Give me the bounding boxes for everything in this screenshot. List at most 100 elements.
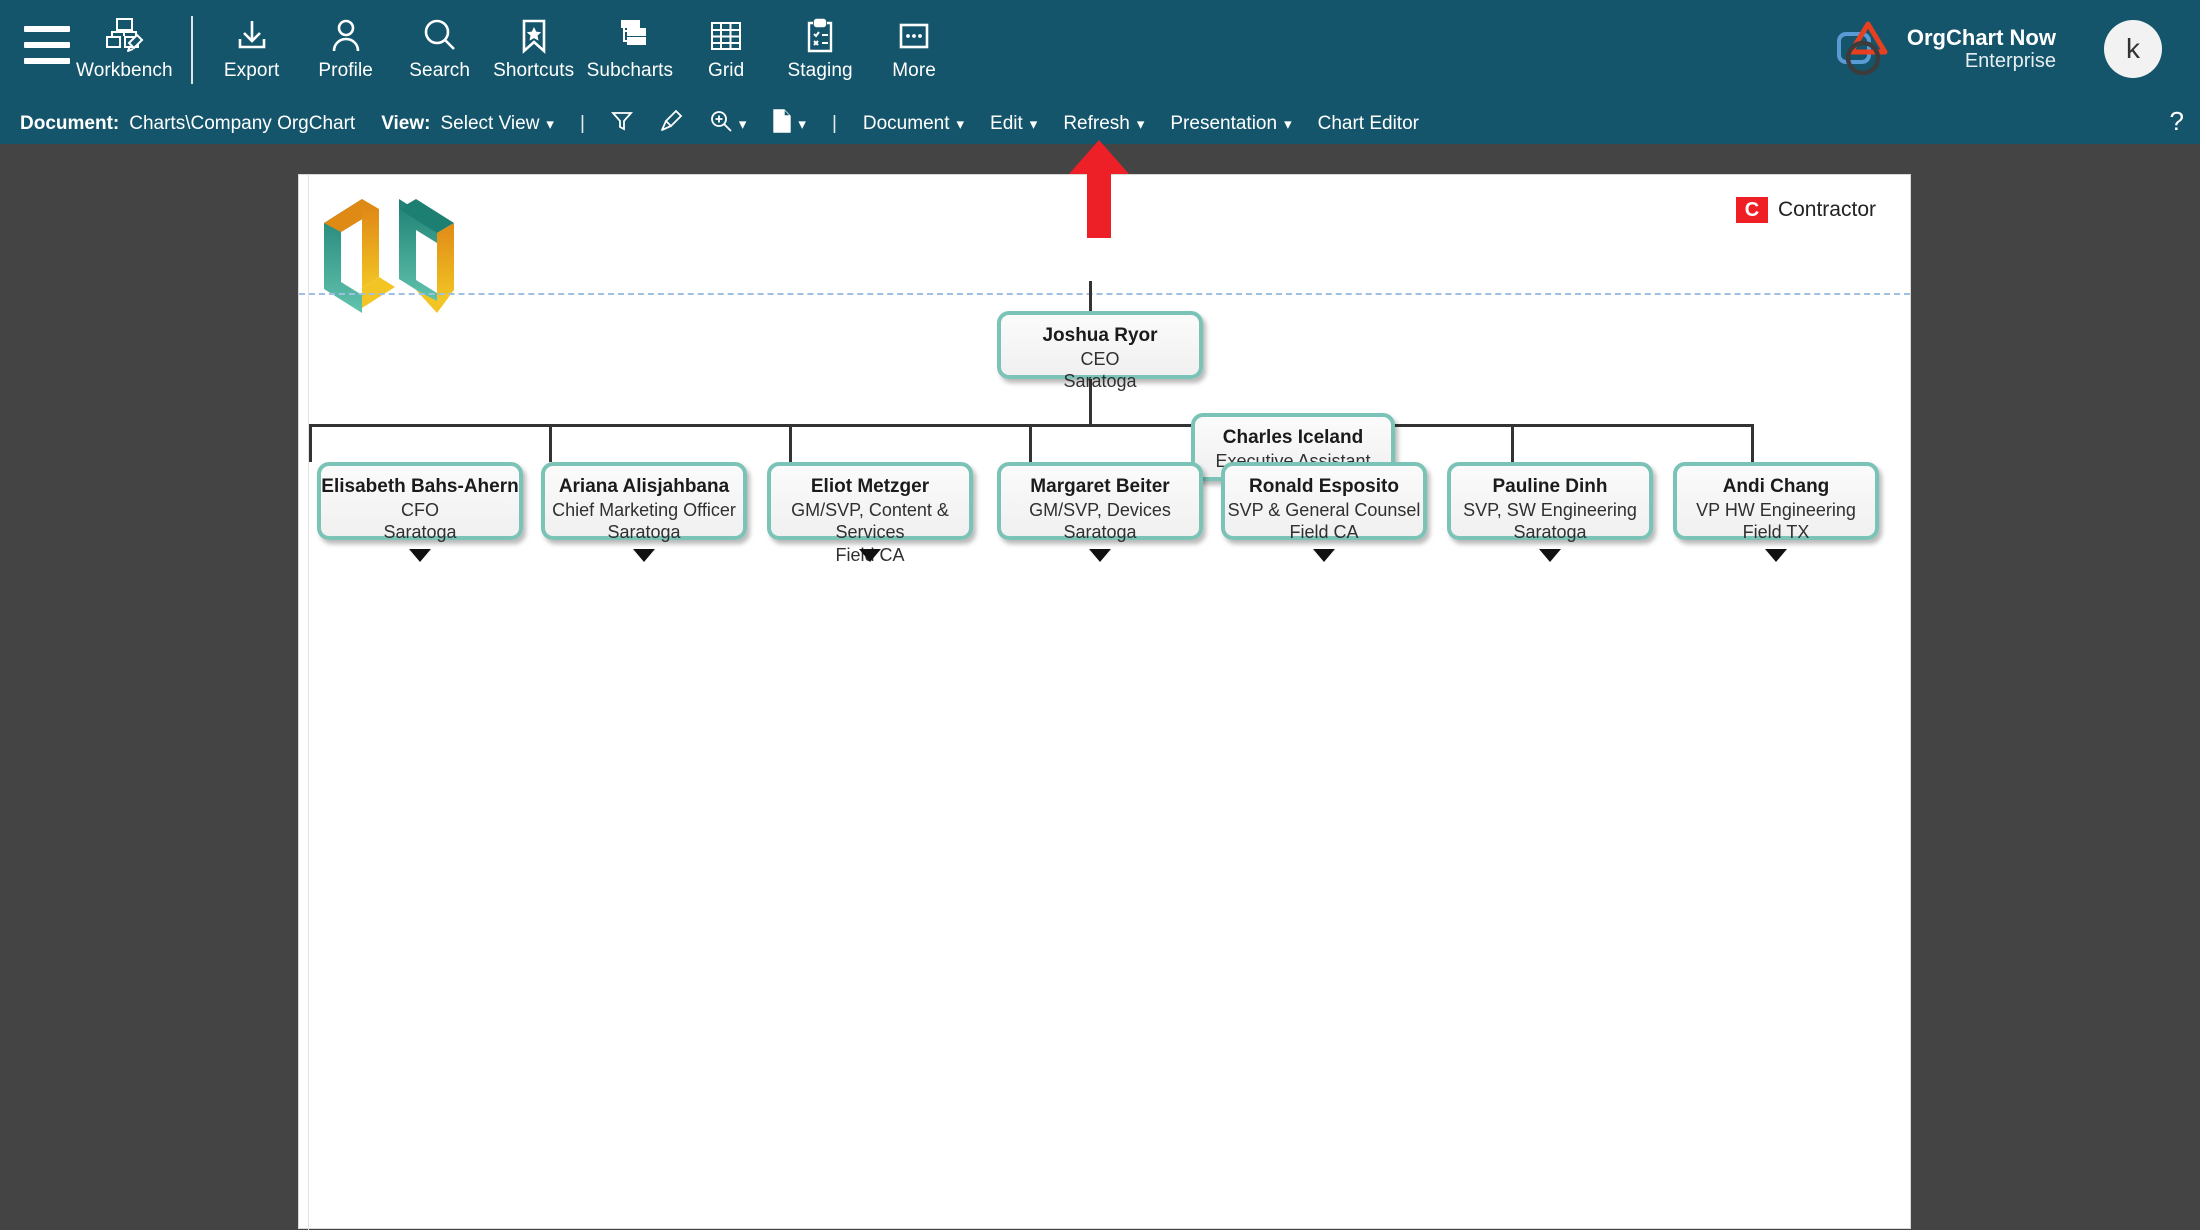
node-title: SVP, SW Engineering — [1463, 499, 1637, 520]
orgchart-now-logo-icon — [1835, 18, 1897, 80]
toolbar-label: More — [892, 60, 936, 81]
toolbar-label: Grid — [707, 60, 745, 81]
document-value[interactable]: Charts\Company OrgChart — [129, 113, 355, 135]
node-location: Saratoga — [1513, 522, 1587, 543]
menu-edit[interactable]: Edit ▾ — [990, 113, 1037, 135]
menu-chart-editor[interactable]: Chart Editor — [1318, 113, 1419, 135]
status-badge: C — [1735, 197, 1768, 223]
filter-button[interactable] — [610, 110, 633, 138]
grid-table-icon — [707, 14, 745, 58]
chevron-down-icon: ▾ — [546, 116, 554, 133]
org-node[interactable]: Ronald Esposito SVP & General Counsel Fi… — [1221, 462, 1427, 542]
toolbar-label: Subcharts — [586, 60, 674, 81]
org-node[interactable]: Joshua Ryor CEO Saratoga — [997, 311, 1203, 391]
toolbar-item-shortcuts[interactable]: Shortcuts — [487, 0, 581, 104]
connector-line — [789, 424, 792, 462]
toolbar-item-more[interactable]: More — [867, 0, 961, 104]
toolbar-label: Shortcuts — [493, 60, 575, 81]
page-icon — [772, 109, 792, 139]
expand-toggle[interactable] — [1539, 549, 1561, 562]
org-node[interactable]: Ariana Alisjahbana Chief Marketing Offic… — [541, 462, 747, 542]
expand-toggle[interactable] — [859, 549, 881, 562]
page-button[interactable]: ▾ — [772, 109, 806, 139]
org-node[interactable]: Elisabeth Bahs-Ahern CFO Saratoga — [317, 462, 523, 542]
highlighter-pen-icon — [659, 109, 683, 139]
node-name: Andi Chang — [1722, 476, 1830, 497]
top-toolbar: Workbench Export Profile Search Shortcut… — [0, 0, 2200, 104]
node-name: Ronald Esposito — [1249, 476, 1399, 497]
dashed-guide-line — [299, 293, 1910, 295]
node-location: Field TX — [1742, 522, 1810, 543]
toolbar-label: Staging — [787, 60, 853, 81]
toolbar-item-grid[interactable]: Grid — [679, 0, 773, 104]
chevron-down-icon: ▾ — [956, 116, 965, 133]
menu-refresh[interactable]: Refresh ▾ — [1063, 113, 1144, 135]
node-title: CFO — [401, 499, 439, 520]
node-title: SVP & General Counsel — [1227, 499, 1421, 520]
node-location: Saratoga — [1063, 522, 1137, 543]
toolbar-item-subcharts[interactable]: Subcharts — [581, 0, 679, 104]
node-title: Chief Marketing Officer — [552, 499, 736, 520]
org-node[interactable]: Eliot Metzger GM/SVP, Content & Services… — [767, 462, 973, 565]
connector-line — [1511, 424, 1514, 462]
person-icon — [327, 14, 365, 58]
download-icon — [233, 14, 271, 58]
zoom-button[interactable]: ▾ — [709, 109, 747, 139]
help-button[interactable]: ? — [2170, 106, 2184, 137]
brand-edition: Enterprise — [1964, 50, 2056, 73]
view-label: View: — [381, 113, 431, 134]
chart-canvas[interactable]: C Contractor Joshua Ryor CEO Saratoga Ch… — [0, 144, 2200, 1230]
avatar[interactable]: k — [2104, 20, 2162, 78]
view-select[interactable]: Select View ▾ — [440, 113, 553, 135]
toolbar-item-staging[interactable]: Staging — [773, 0, 867, 104]
org-node[interactable]: Andi Chang VP HW Engineering Field TX — [1673, 462, 1879, 542]
expand-toggle[interactable] — [1089, 549, 1111, 562]
toolbar-label: Export — [223, 60, 280, 81]
connector-line — [1751, 424, 1754, 462]
page-margin — [299, 175, 309, 1230]
legend-contractor: C Contractor — [1735, 197, 1876, 223]
menu-label: Refresh — [1063, 113, 1130, 134]
node-title: GM/SVP, Content & Services — [791, 499, 949, 543]
expand-toggle[interactable] — [409, 549, 431, 562]
chart-page: C Contractor Joshua Ryor CEO Saratoga Ch… — [298, 174, 1911, 1230]
brand-logo-area[interactable]: OrgChart Now Enterprise — [1835, 18, 2056, 80]
org-node[interactable]: Pauline Dinh SVP, SW Engineering Saratog… — [1447, 462, 1653, 542]
view-value: Select View — [440, 113, 540, 134]
expand-toggle[interactable] — [1765, 549, 1787, 562]
menu-label: Chart Editor — [1317, 113, 1419, 134]
sub-toolbar: Document: Charts\Company OrgChart View: … — [0, 104, 2200, 144]
toolbar-divider — [190, 16, 193, 84]
toolbar-item-workbench[interactable]: Workbench — [70, 0, 179, 104]
filter-funnel-icon — [610, 110, 633, 138]
toolbar-item-search[interactable]: Search — [393, 0, 487, 104]
highlighter-button[interactable] — [659, 109, 683, 139]
node-name: Margaret Beiter — [1030, 476, 1170, 497]
brand-name: OrgChart Now — [1906, 24, 2056, 50]
chevron-down-icon: ▾ — [798, 116, 806, 133]
node-title: GM/SVP, Devices — [1029, 499, 1171, 520]
zoom-in-icon — [709, 109, 733, 139]
node-name: Joshua Ryor — [1042, 325, 1158, 346]
toolbar-item-profile[interactable]: Profile — [299, 0, 393, 104]
chevron-down-icon: ▾ — [738, 116, 747, 133]
node-location: Saratoga — [607, 522, 681, 543]
expand-toggle[interactable] — [1313, 549, 1335, 562]
menu-presentation[interactable]: Presentation ▾ — [1170, 113, 1291, 135]
menu-document[interactable]: Document ▾ — [863, 113, 964, 135]
connector-line — [1029, 424, 1032, 462]
node-name: Elisabeth Bahs-Ahern — [321, 476, 519, 497]
bookmark-star-icon — [515, 14, 553, 58]
node-name: Eliot Metzger — [810, 476, 930, 497]
company-logo-icon — [319, 189, 489, 314]
ellipsis-box-icon — [895, 14, 933, 58]
hamburger-menu-icon[interactable] — [24, 26, 70, 64]
chevron-down-icon: ▾ — [1029, 116, 1038, 133]
org-node[interactable]: Margaret Beiter GM/SVP, Devices Saratoga — [997, 462, 1203, 542]
toolbar-label: Profile — [318, 60, 373, 81]
separator: | — [831, 113, 837, 134]
separator: | — [579, 113, 585, 134]
clipboard-icon — [801, 14, 839, 58]
expand-toggle[interactable] — [633, 549, 655, 562]
toolbar-item-export[interactable]: Export — [205, 0, 299, 104]
